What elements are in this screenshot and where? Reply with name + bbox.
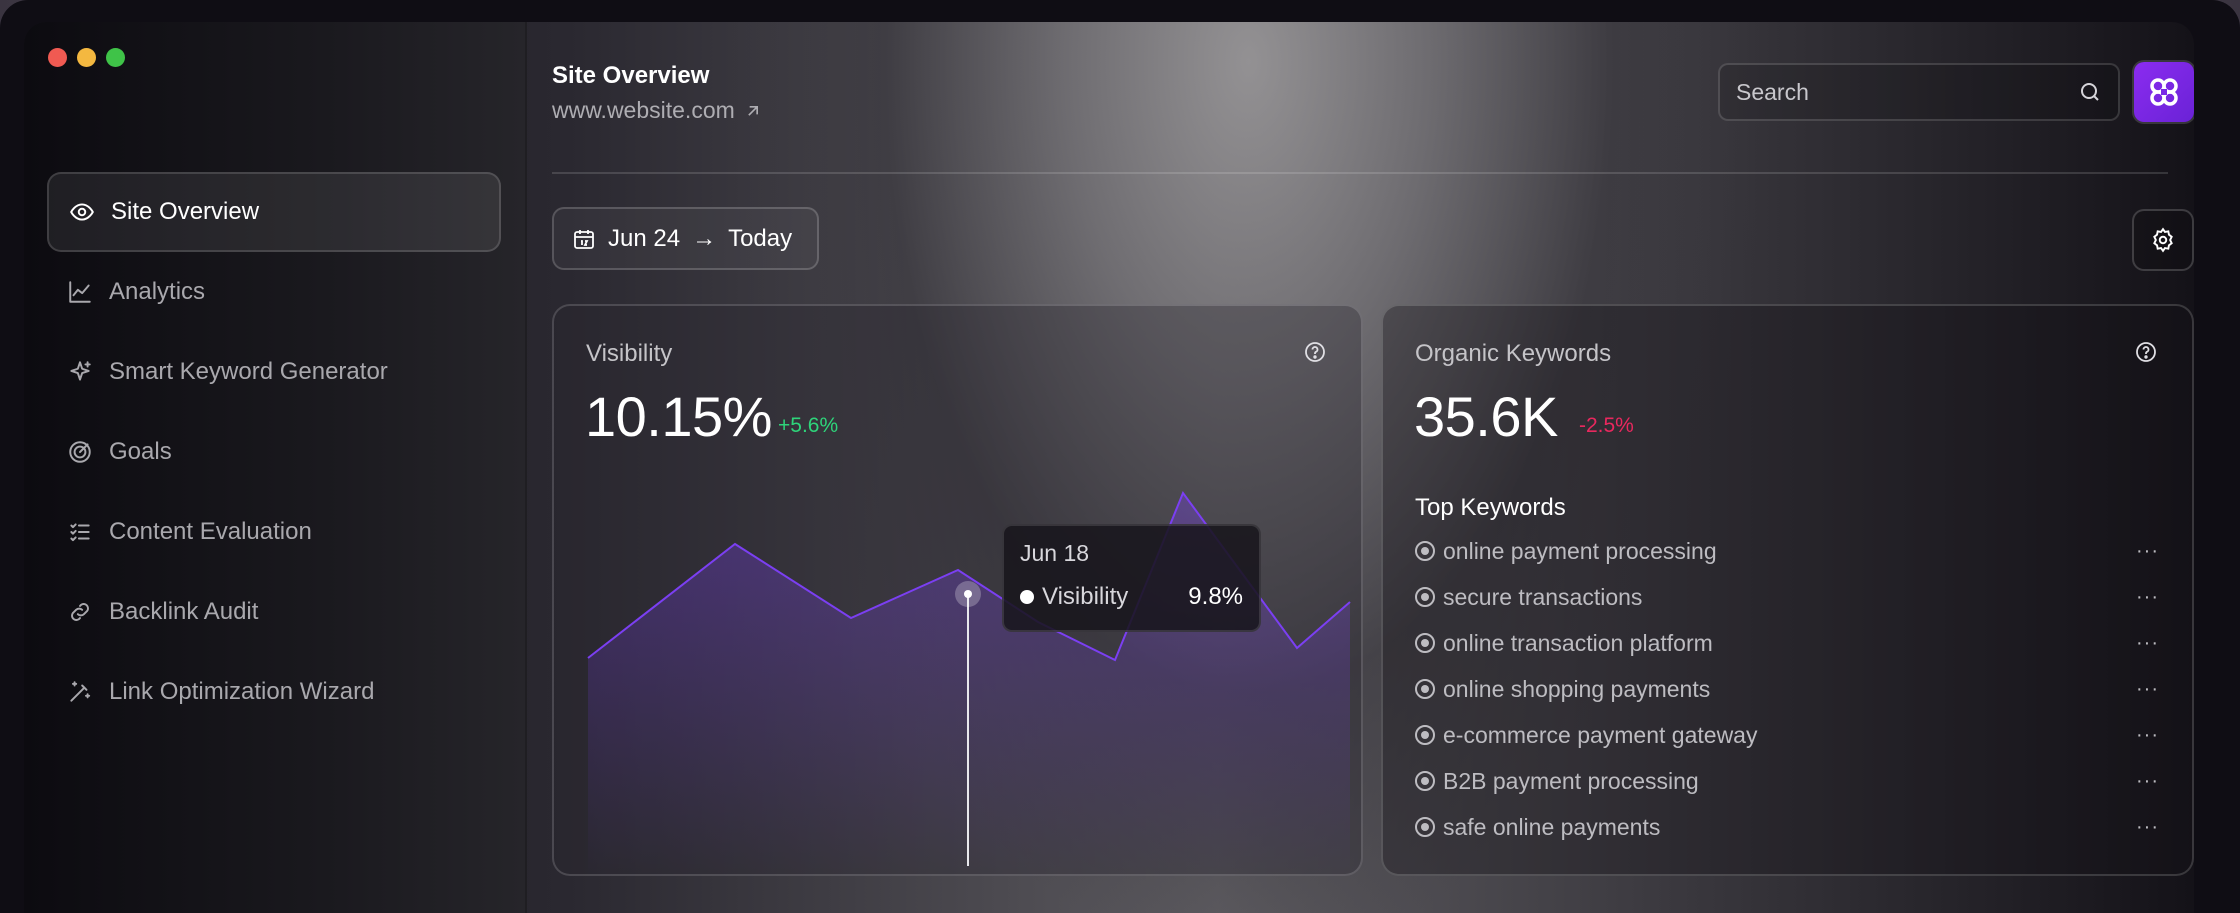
sidebar-item-content-evaluation[interactable]: Content Evaluation xyxy=(47,492,501,572)
list-item[interactable]: online payment processing ··· xyxy=(1415,528,2165,574)
list-item[interactable]: secure transactions ··· xyxy=(1415,574,2165,620)
list-item[interactable]: online shopping payments ··· xyxy=(1415,666,2165,712)
more-options-icon[interactable]: ··· xyxy=(2136,770,2159,793)
sidebar-item-label: Analytics xyxy=(109,278,206,305)
organic-keywords-delta: -2.5% xyxy=(1579,414,1634,437)
header-divider xyxy=(552,172,2168,174)
sidebar-item-smart-keyword-generator[interactable]: Smart Keyword Generator xyxy=(47,332,501,412)
list-item[interactable]: e-commerce payment gateway ··· xyxy=(1415,712,2165,758)
list-item[interactable]: B2B payment processing ··· xyxy=(1415,758,2165,804)
search-box xyxy=(1718,63,2120,121)
help-icon xyxy=(1305,342,1325,362)
tooltip-series: Visibility xyxy=(1042,583,1129,610)
keyword-target-icon xyxy=(1415,771,1435,791)
visibility-card: Visibility 10.15% +5.6% Jun 18 Visibilit… xyxy=(552,304,1363,876)
organic-keywords-label: Organic Keywords xyxy=(1415,340,1612,367)
sidebar-item-link-optimization-wizard[interactable]: Link Optimization Wizard xyxy=(47,652,501,732)
chart-tooltip: Jun 18 Visibility 9.8% xyxy=(1002,524,1261,632)
more-options-icon[interactable]: ··· xyxy=(2136,724,2159,747)
keywords-help-button[interactable] xyxy=(2134,340,2158,364)
tooltip-value: 9.8% xyxy=(1188,583,1243,610)
sidebar-item-label: Content Evaluation xyxy=(109,518,312,545)
list-item[interactable]: online transaction platform ··· xyxy=(1415,620,2165,666)
site-url-link[interactable]: www.website.com xyxy=(552,97,763,124)
keyword-text: secure transactions xyxy=(1443,583,1643,610)
calendar-icon xyxy=(574,229,594,249)
target-icon xyxy=(69,441,91,463)
site-url-text: www.website.com xyxy=(552,97,735,123)
date-to: Today xyxy=(728,224,793,252)
window-controls xyxy=(48,48,125,67)
keyword-text: online transaction platform xyxy=(1443,629,1713,656)
top-keywords-title: Top Keywords xyxy=(1415,494,1566,521)
device-frame: Site Overview Analytics Smart Keyword Ge… xyxy=(0,0,2240,913)
hover-point[interactable] xyxy=(964,590,972,598)
keyword-text: online shopping payments xyxy=(1443,675,1711,702)
maximize-window-button[interactable] xyxy=(106,48,125,67)
sidebar-item-label: Link Optimization Wizard xyxy=(109,678,375,705)
brand-logo-icon xyxy=(2150,78,2178,106)
more-options-icon[interactable]: ··· xyxy=(2136,816,2159,839)
sidebar-item-site-overview[interactable]: Site Overview xyxy=(47,172,501,252)
keyword-target-icon xyxy=(1415,541,1435,561)
sidebar-nav: Site Overview Analytics Smart Keyword Ge… xyxy=(47,172,501,732)
visibility-delta: +5.6% xyxy=(778,414,839,437)
date-from: Jun 24 xyxy=(608,224,681,252)
series-dot-icon xyxy=(1020,590,1034,604)
visibility-label: Visibility xyxy=(586,340,673,367)
keyword-target-icon xyxy=(1415,817,1435,837)
sidebar-item-backlink-audit[interactable]: Backlink Audit xyxy=(47,572,501,652)
settings-button[interactable] xyxy=(2132,209,2194,271)
eye-icon xyxy=(70,203,94,221)
gear-icon xyxy=(2153,227,2173,253)
search-input[interactable] xyxy=(1736,78,2056,106)
link-icon xyxy=(71,603,89,621)
sparkle-icon xyxy=(70,361,91,381)
more-options-icon[interactable]: ··· xyxy=(2136,678,2159,701)
line-chart-icon xyxy=(69,281,91,303)
close-window-button[interactable] xyxy=(48,48,67,67)
more-options-icon[interactable]: ··· xyxy=(2136,586,2159,609)
keyword-target-icon xyxy=(1415,725,1435,745)
tooltip-date: Jun 18 xyxy=(1020,540,1090,566)
sidebar: Site Overview Analytics Smart Keyword Ge… xyxy=(24,22,527,913)
visibility-help-button[interactable] xyxy=(1303,340,1327,364)
top-keywords-list: online payment processing ··· secure tra… xyxy=(1415,528,2165,850)
sidebar-item-analytics[interactable]: Analytics xyxy=(47,252,501,332)
organic-keywords-value: 35.6K xyxy=(1414,385,1558,448)
keyword-text: e-commerce payment gateway xyxy=(1443,721,1758,748)
help-icon xyxy=(2136,342,2156,362)
sidebar-item-label: Smart Keyword Generator xyxy=(109,358,388,385)
more-options-icon[interactable]: ··· xyxy=(2136,632,2159,655)
more-options-icon[interactable]: ··· xyxy=(2136,540,2159,563)
minimize-window-button[interactable] xyxy=(77,48,96,67)
app-window: Site Overview Analytics Smart Keyword Ge… xyxy=(24,22,2194,913)
visibility-value: 10.15% xyxy=(585,385,772,448)
search-icon[interactable] xyxy=(2078,80,2102,104)
sidebar-item-goals[interactable]: Goals xyxy=(47,412,501,492)
checklist-icon xyxy=(70,523,90,542)
keyword-text: safe online payments xyxy=(1443,813,1661,840)
list-item[interactable]: safe online payments ··· xyxy=(1415,804,2165,850)
external-link-icon xyxy=(748,105,758,116)
sidebar-item-label: Backlink Audit xyxy=(109,598,259,625)
keyword-text: online payment processing xyxy=(1443,537,1717,564)
avatar[interactable] xyxy=(2134,62,2194,122)
arrow-right-icon: → xyxy=(692,224,717,252)
date-range-picker[interactable]: Jun 24 → Today xyxy=(552,207,819,270)
sidebar-item-label: Site Overview xyxy=(111,198,260,225)
page-title: Site Overview xyxy=(552,62,710,89)
magic-wand-icon xyxy=(70,681,91,702)
sidebar-item-label: Goals xyxy=(109,438,172,465)
keyword-target-icon xyxy=(1415,633,1435,653)
keyword-target-icon xyxy=(1415,587,1435,607)
organic-keywords-card: Organic Keywords 35.6K -2.5% Top Keyword… xyxy=(1381,304,2194,876)
keyword-text: B2B payment processing xyxy=(1443,767,1699,794)
keyword-target-icon xyxy=(1415,679,1435,699)
